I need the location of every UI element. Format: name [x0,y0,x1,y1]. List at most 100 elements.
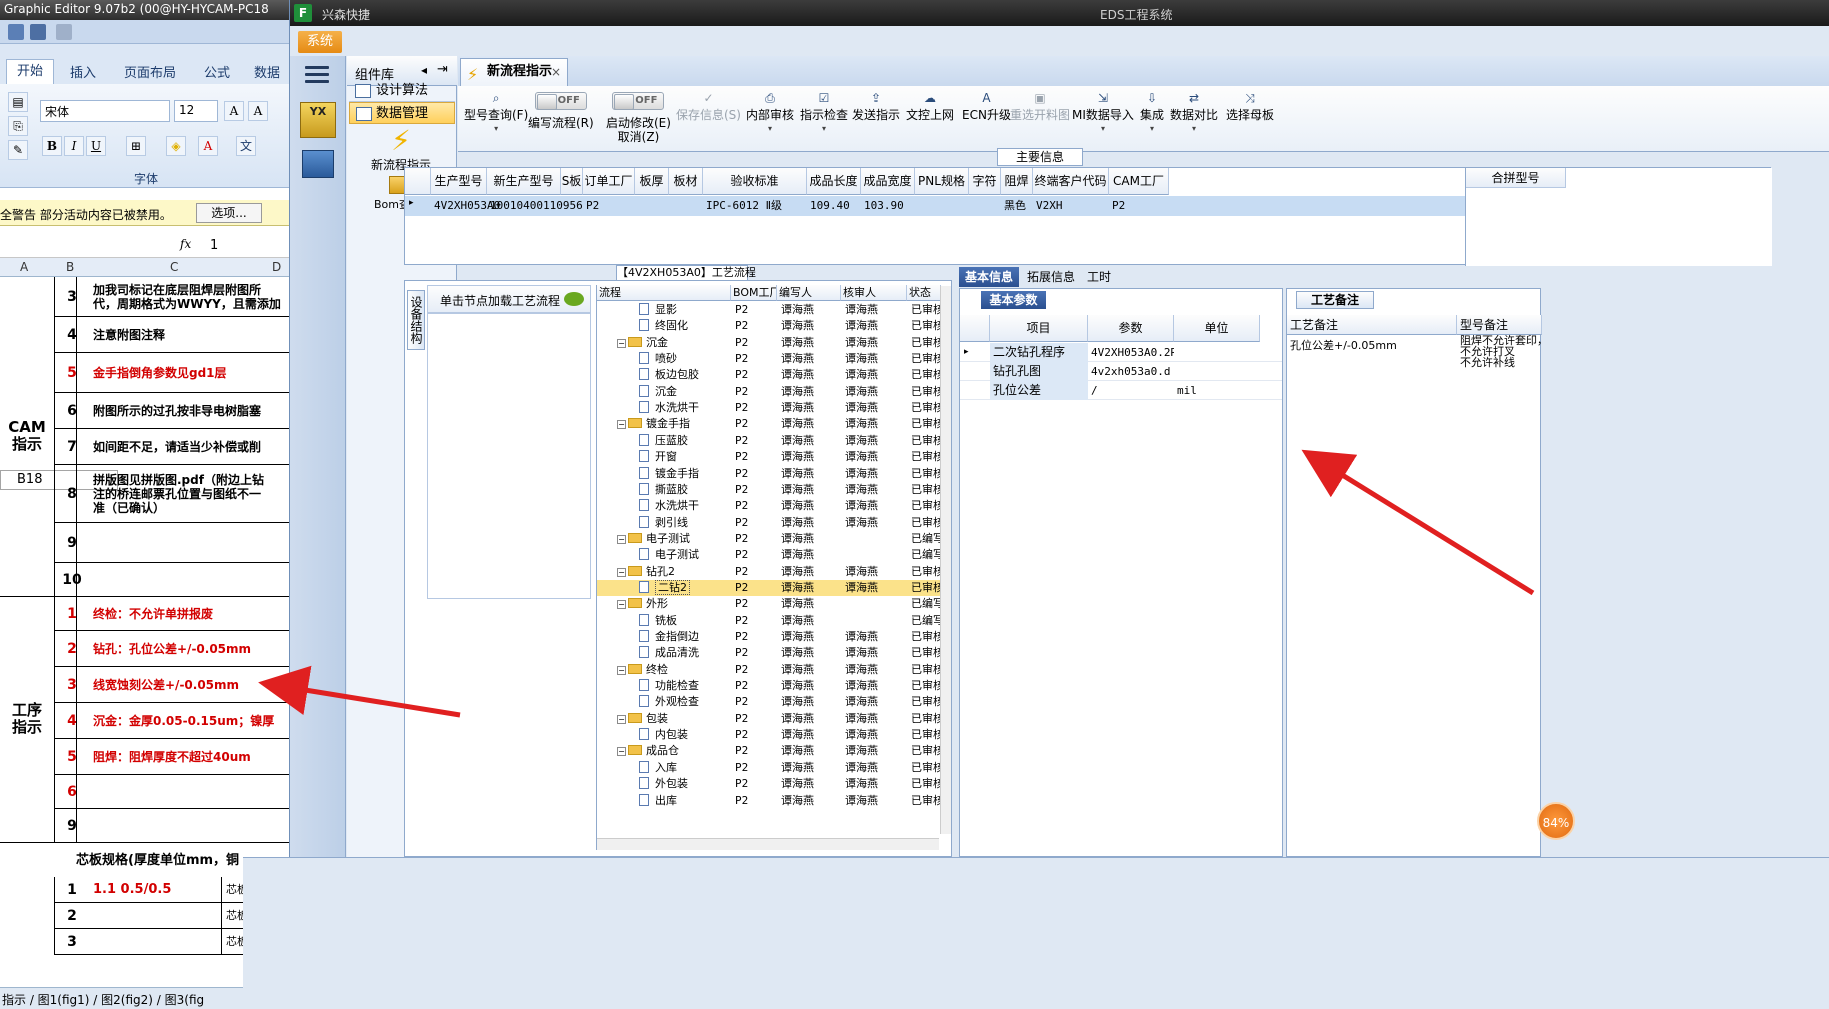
param-row[interactable]: 钻孔孔图 4v2xh053a0.d [960,362,1282,381]
process-note-text[interactable]: 孔位公差+/-0.05mm [1290,337,1397,353]
font-color-icon[interactable]: A [198,136,218,156]
tree-node[interactable]: 铣板 [639,613,731,629]
sheet-row[interactable]: 9 [54,809,290,843]
tab-home[interactable]: 开始 [6,59,55,84]
tree-row[interactable]: 显影 P2 谭海燕 谭海燕 已审核 [597,302,941,318]
row-group-label[interactable]: 工序 指示 [0,597,54,843]
tree-column-header[interactable]: 核审人 [841,285,907,301]
tree-row[interactable]: 板边包胶 P2 谭海燕 谭海燕 已审核 [597,367,941,383]
sheet-row[interactable]: 1 终检：不允许单拼报废 [54,597,290,631]
sheet-row[interactable]: 5 金手指倒角参数见gd1层 [54,353,290,393]
column-header[interactable]: D [272,260,281,274]
param-cell-param[interactable]: 4V2XH053A0.2RD [1088,343,1174,362]
main-info-cell[interactable] [635,196,669,216]
sheet-row[interactable]: 10 [54,563,290,597]
fx-icon[interactable]: fx [180,237,191,251]
column-header[interactable]: 板厚 [635,168,669,195]
sheet-row[interactable]: 9 [54,523,290,563]
tree-node[interactable]: 开窗 [639,449,731,465]
new-process-instruction-item[interactable]: ⚡ 新流程指示 [351,126,451,173]
toolbar-button[interactable]: ⌕ 型号查询(F) ▾ [464,92,528,133]
toolbar-button[interactable]: ⇲ MI数据导入 ▾ [1072,92,1134,133]
italic-button[interactable]: I [64,136,84,156]
border-icon[interactable]: ⊞ [126,136,146,156]
tree-node[interactable]: 金指倒边 [639,629,731,645]
collapse-icon[interactable]: − [617,600,626,610]
tree-row[interactable]: 内包装 P2 谭海燕 谭海燕 已审核 [597,727,941,743]
tab-man-hours[interactable]: 工时 [1081,267,1117,287]
collapse-icon[interactable]: − [617,714,626,724]
param-cell-unit[interactable] [1174,362,1260,381]
dropdown-caret-icon[interactable]: ▾ [1170,124,1218,133]
tree-row[interactable]: 水洗烘干 P2 谭海燕 谭海燕 已审核 [597,498,941,514]
toolbar-button[interactable]: ⤨ 选择母板 [1226,92,1274,122]
copy-icon[interactable]: ⎘ [8,116,28,136]
tree-column-header[interactable]: BOM工厂 [731,285,777,301]
tree-row[interactable]: 压蓝胶 P2 谭海燕 谭海燕 已审核 [597,433,941,449]
tree-column-header[interactable]: 编写人 [777,285,841,301]
model-note-text[interactable]: 阻焊不允许套印，沉金板 不允许打叉 不允许补线 [1460,335,1542,368]
toolbar-button[interactable]: ▣ 重选开料图 [1010,92,1070,122]
pin-icon[interactable]: ⇥ [437,62,448,77]
dropdown-caret-icon[interactable]: ▾ [1140,124,1164,133]
sheet-row[interactable]: 6 [54,775,290,809]
column-header[interactable]: 成品长度 [807,168,861,195]
underline-button[interactable]: U [86,136,106,156]
phonetic-icon[interactable]: 文 [236,136,256,156]
bold-button[interactable]: B [42,136,62,156]
collapse-icon[interactable]: − [617,665,626,675]
column-header[interactable]: S板 [561,168,583,195]
column-header[interactable]: CAM工厂 [1109,168,1169,195]
toolbar-button[interactable]: ☁ 文控上网 [906,92,954,122]
tree-row[interactable]: − 包装 P2 谭海燕 谭海燕 已审核 [597,711,941,727]
collapse-icon[interactable]: − [617,534,626,544]
main-info-cell[interactable]: 109.40 [807,196,861,216]
toggle-switch[interactable]: OFF [612,92,665,110]
system-button[interactable]: 系统 [298,31,342,53]
sheet-row[interactable]: 8 拼版图见拼版图.pdf（附边上钻 注的桥连邮票孔位置与图纸不一 准（已确认） [54,465,290,523]
main-info-cell[interactable] [669,196,703,216]
sheet-row[interactable]: 3 加我司标记在底层阻焊层附图所 代，周期格式为WWYY，且需添加 [54,277,290,317]
tree-row[interactable]: − 沉金 P2 谭海燕 谭海燕 已审核 [597,335,941,351]
tree-row[interactable]: 撕蓝胶 P2 谭海燕 谭海燕 已审核 [597,482,941,498]
tree-node[interactable]: 水洗烘干 [639,400,731,416]
collapse-icon[interactable]: − [617,420,626,430]
collapse-icon[interactable]: − [617,567,626,577]
tab-formulas[interactable]: 公式 [204,62,230,81]
tree-row[interactable]: 终固化 P2 谭海燕 谭海燕 已审核 [597,318,941,334]
tree-row[interactable]: 入库 P2 谭海燕 谭海燕 已审核 [597,760,941,776]
vertical-tab-equipment-structure[interactable]: 设备结构 [407,290,425,350]
tree-node[interactable]: 撕蓝胶 [639,482,731,498]
tree-row[interactable]: 出库 P2 谭海燕 谭海燕 已审核 [597,793,941,809]
formula-value[interactable]: 1 [210,238,218,253]
column-header[interactable]: PNL规格 [915,168,969,195]
tree-node[interactable]: 喷砂 [639,351,731,367]
main-info-cell[interactable]: IPC-6012 Ⅱ级 [703,196,807,216]
param-cell-unit[interactable]: mil [1174,381,1260,400]
tree-row[interactable]: − 钻孔2 P2 谭海燕 谭海燕 已审核 [597,564,941,580]
tree-node[interactable]: 外观检查 [639,694,731,710]
tree-column-header[interactable]: 状态 [907,285,941,301]
tree-vertical-scrollbar[interactable] [940,286,951,834]
paste-icon[interactable]: ▤ [8,92,28,112]
font-size-select[interactable]: 12 [174,100,218,122]
collapse-icon[interactable]: − [617,338,626,348]
sheet-row[interactable]: 6 附图所示的过孔按非导电树脂塞 [54,393,290,429]
options-button[interactable]: 选项... [196,203,262,223]
tab-new-process-instruction[interactable]: ⚡ 新流程指示 × [460,58,568,86]
toolbar-button[interactable]: OFF 编写流程(R) [528,92,594,130]
tree-row[interactable]: 二钻2 P2 谭海燕 谭海燕 已审核 [597,579,941,597]
tree-node[interactable]: 镀金手指 [639,466,731,482]
toolbar-button[interactable]: ✓ 保存信息(S) [676,92,741,122]
tree-node[interactable]: − 电子测试 [617,531,731,547]
collapse-icon[interactable]: − [617,747,626,757]
param-cell-unit[interactable] [1174,343,1260,362]
tree-node[interactable]: 内包装 [639,727,731,743]
sheet-row[interactable]: 3 线宽蚀刻公差+/-0.05mm [54,667,290,703]
toolbar-button[interactable]: ⇄ 数据对比 ▾ [1170,92,1218,133]
redo-icon[interactable] [56,24,72,40]
tree-row[interactable]: − 电子测试 P2 谭海燕 已编写 [597,531,941,547]
tree-node[interactable]: 功能检查 [639,678,731,694]
column-header[interactable]: 字符 [969,168,1001,195]
tree-node[interactable]: 压蓝胶 [639,433,731,449]
